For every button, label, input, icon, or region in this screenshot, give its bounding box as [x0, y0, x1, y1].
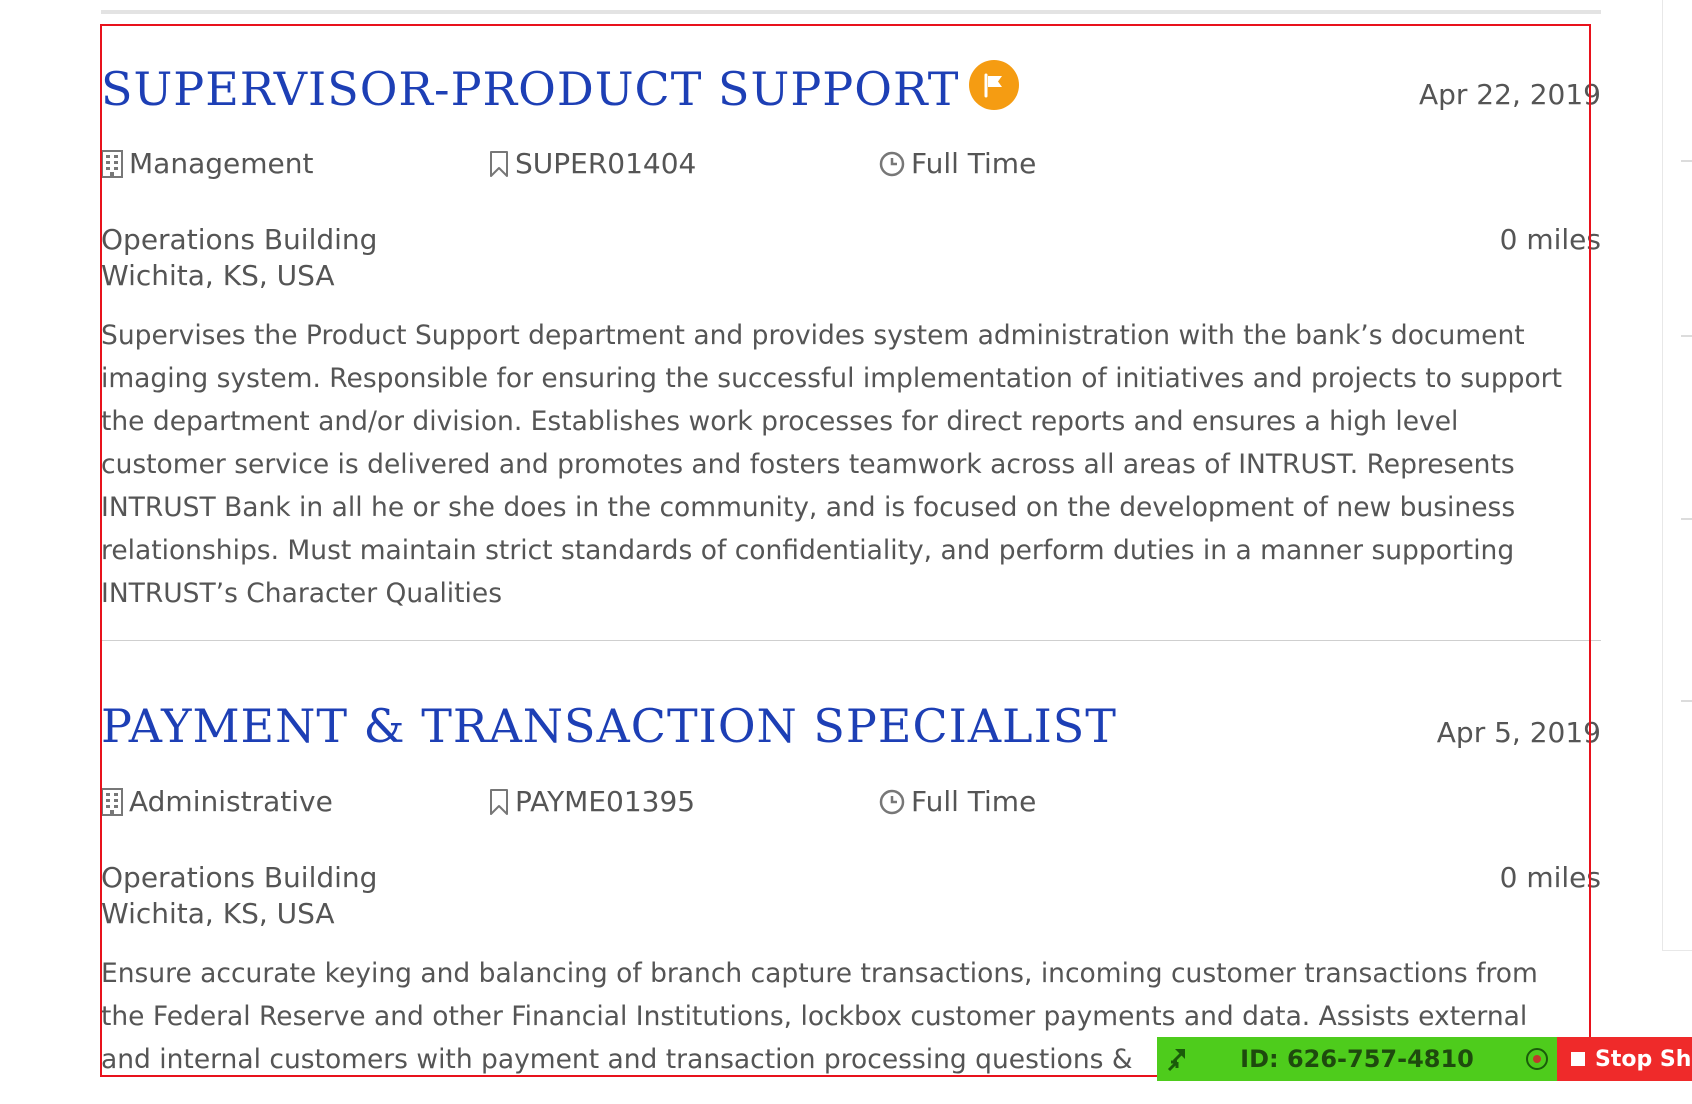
description-line: the department and/or division. Establis…: [101, 406, 1459, 437]
description-line: INTRUST Bank in all he or she does in th…: [101, 492, 1516, 523]
stop-sharing-label: Stop Sha: [1595, 1046, 1692, 1072]
job-category: Administrative: [101, 785, 333, 819]
description-line: Supervises the Product Support departmen…: [101, 320, 1525, 351]
stop-sharing-button[interactable]: Stop Sha: [1557, 1037, 1692, 1081]
session-id: ID: 626-757-4810: [1240, 1045, 1474, 1073]
employment-type-label: Full Time: [911, 785, 1037, 818]
job-distance: 0 miles: [1499, 861, 1601, 894]
category-label: Management: [129, 147, 314, 180]
description-line: INTRUST’s Character Qualities: [101, 578, 503, 609]
category-label: Administrative: [129, 785, 333, 818]
description-line: the Federal Reserve and other Financial …: [101, 1001, 1528, 1032]
job-type: Full Time: [879, 147, 1036, 181]
employment-type-label: Full Time: [911, 147, 1037, 180]
stop-icon: [1571, 1052, 1585, 1066]
posted-date: Apr 22, 2019: [1418, 78, 1601, 111]
record-icon[interactable]: [1517, 1046, 1557, 1072]
requisition-label: SUPER01404: [515, 147, 697, 180]
description-line: customer service is delivered and promot…: [101, 449, 1515, 480]
job-distance: 0 miles: [1499, 223, 1601, 256]
panel-tick: [1681, 700, 1692, 702]
job-category: Management: [101, 147, 313, 181]
description-line: Ensure accurate keying and balancing of …: [101, 958, 1538, 989]
right-side-panel: [1662, 0, 1692, 951]
description-line: imaging system. Responsible for ensuring…: [101, 363, 1562, 394]
job-title-link[interactable]: PAYMENT & TRANSACTION SPECIALIST: [101, 698, 1117, 754]
clock-icon: [879, 789, 905, 815]
bookmark-icon: [490, 151, 508, 177]
description-line: relationships. Must maintain strict stan…: [101, 535, 1515, 566]
remote-session-bar[interactable]: ID: 626-757-4810: [1157, 1037, 1557, 1081]
location-building: Operations Building: [101, 861, 378, 894]
location-city: Wichita, KS, USA: [101, 897, 335, 930]
top-divider: [101, 10, 1601, 14]
job-location: Operations Building Wichita, KS, USA: [101, 860, 377, 932]
building-icon: [101, 150, 123, 178]
posted-date: Apr 5, 2019: [1436, 716, 1601, 749]
job-location: Operations Building Wichita, KS, USA: [101, 222, 377, 294]
job-description: Supervises the Product Support departmen…: [101, 314, 1601, 615]
job-title-link[interactable]: SUPERVISOR-PRODUCT SUPPORT: [101, 60, 1020, 117]
location-building: Operations Building: [101, 223, 378, 256]
panel-tick: [1681, 518, 1692, 520]
bookmark-icon: [490, 789, 508, 815]
requisition-label: PAYME01395: [515, 785, 696, 818]
job-requisition: PAYME01395: [489, 785, 695, 819]
job-requisition: SUPER01404: [489, 147, 696, 181]
flag-icon: [969, 60, 1020, 110]
panel-tick: [1681, 160, 1692, 162]
panel-tick: [1681, 335, 1692, 337]
job-type: Full Time: [879, 785, 1036, 819]
teamviewer-arrow-icon[interactable]: [1157, 1046, 1197, 1072]
clock-icon: [879, 151, 905, 177]
location-city: Wichita, KS, USA: [101, 259, 335, 292]
job-divider: [101, 640, 1601, 641]
building-icon: [101, 788, 123, 816]
